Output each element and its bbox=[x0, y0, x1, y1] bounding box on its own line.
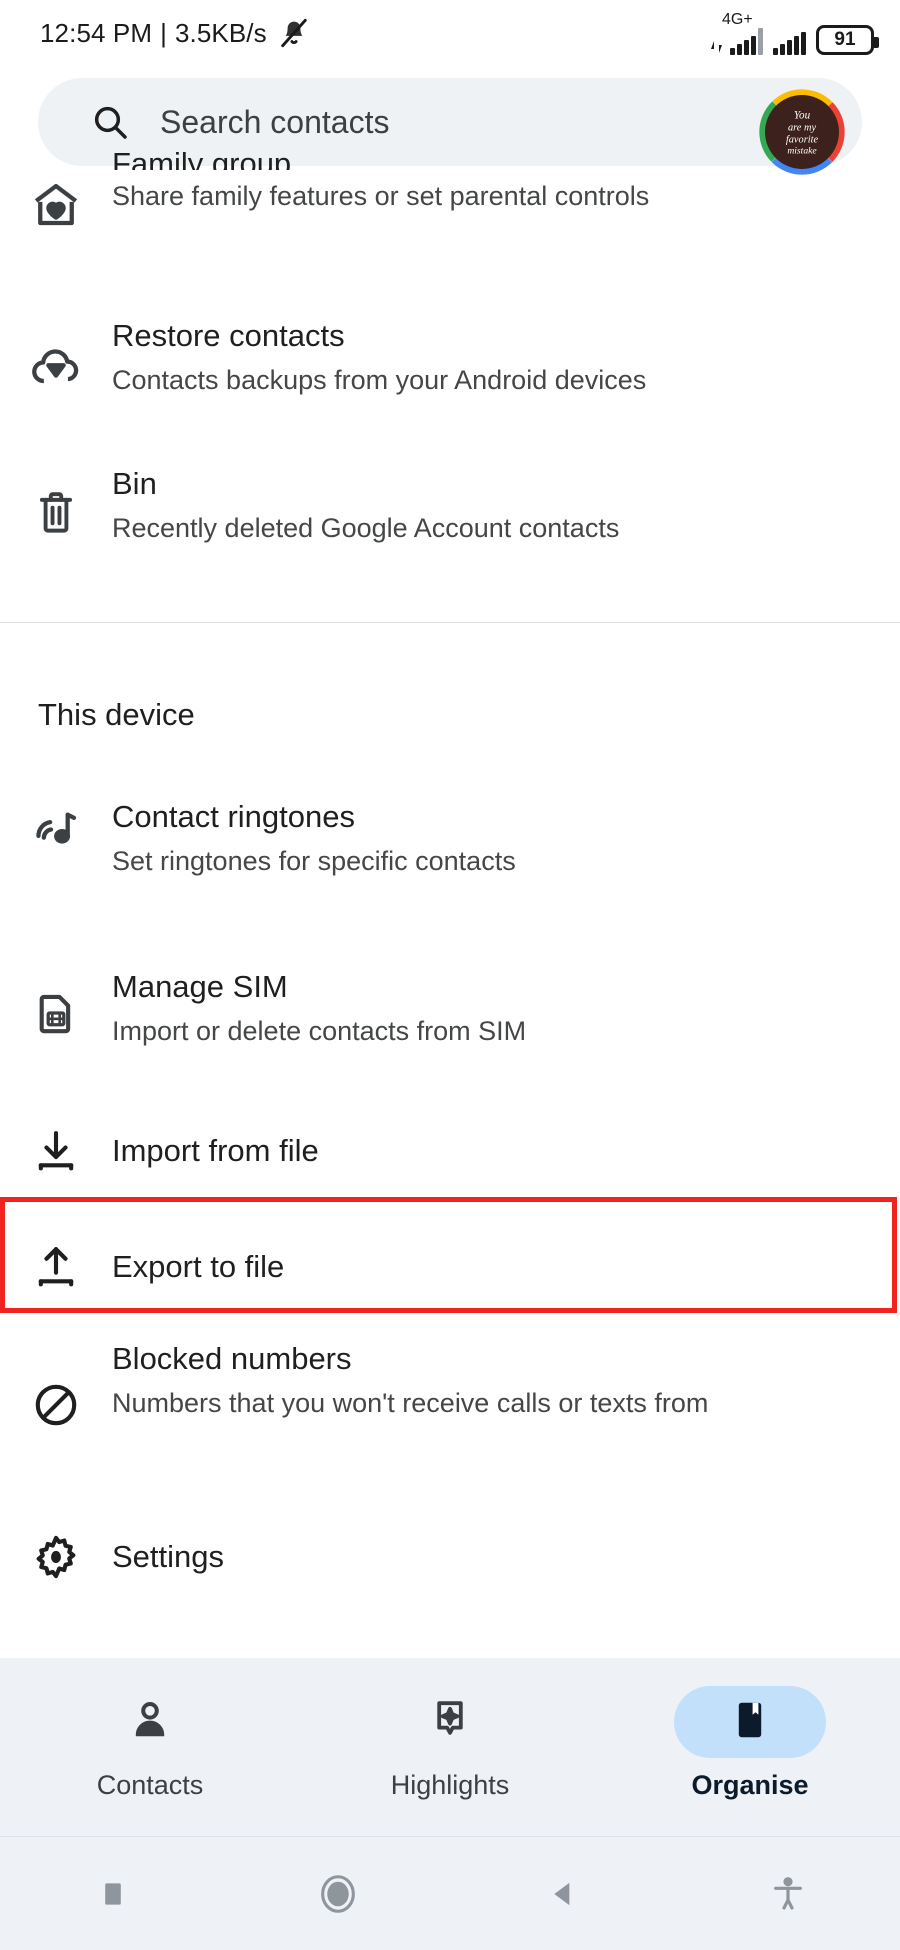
list-item-bin-title: Bin bbox=[112, 466, 157, 501]
avatar-text-line2: are my bbox=[788, 123, 816, 134]
settings-list[interactable]: Family group Share family features or se… bbox=[0, 146, 900, 1615]
section-heading-this-device: This device bbox=[38, 697, 195, 732]
bell-muted-icon bbox=[277, 16, 311, 50]
search-icon bbox=[90, 102, 130, 142]
list-item-bin[interactable]: Bin Recently deleted Google Account cont… bbox=[0, 438, 900, 586]
list-item-family-group-title: Family group bbox=[112, 146, 292, 170]
cloud-download-icon bbox=[0, 316, 112, 394]
section-divider bbox=[0, 622, 900, 623]
list-item-import-from-file[interactable]: Import from file bbox=[0, 1093, 900, 1209]
list-item-bin-subtitle: Recently deleted Google Account contacts bbox=[112, 513, 620, 543]
gear-icon bbox=[0, 1531, 112, 1583]
search-input[interactable]: Search contacts bbox=[160, 104, 389, 141]
trash-bin-icon bbox=[0, 464, 112, 538]
nav-pill-contacts bbox=[74, 1686, 226, 1758]
nav-label-organise: Organise bbox=[691, 1770, 809, 1800]
list-item-settings[interactable]: Settings bbox=[0, 1499, 900, 1615]
status-separator: | bbox=[160, 17, 167, 48]
status-network-speed: 3.5KB/s bbox=[174, 17, 267, 48]
list-item-export-to-file-body: Export to file bbox=[112, 1247, 860, 1287]
network-type-label: 4G+ bbox=[722, 10, 753, 28]
recents-square-icon[interactable] bbox=[53, 1877, 173, 1911]
nav-tab-organise[interactable]: Organise bbox=[630, 1686, 870, 1801]
phone-screen: 12:54 PM | 3.5KB/s 4G+ 91 Search contact… bbox=[0, 0, 900, 1950]
home-heart-icon bbox=[0, 166, 112, 232]
battery-percent-label: 91 bbox=[834, 28, 856, 50]
list-item-blocked-numbers-body: Blocked numbers Numbers that you won't r… bbox=[112, 1339, 860, 1423]
list-item-contact-ringtones-body: Contact ringtones Set ringtones for spec… bbox=[112, 797, 860, 881]
status-bar-right: 4G+ 91 bbox=[710, 10, 879, 55]
back-triangle-icon[interactable] bbox=[503, 1875, 623, 1913]
signal-bars-sim2 bbox=[773, 29, 806, 55]
list-item-contact-ringtones-subtitle: Set ringtones for specific contacts bbox=[112, 846, 516, 876]
list-item-family-group[interactable]: Family group Share family features or se… bbox=[0, 146, 900, 290]
signal-group-1: 4G+ bbox=[710, 10, 763, 55]
list-item-blocked-numbers-title: Blocked numbers bbox=[112, 1341, 352, 1376]
list-item-import-from-file-body: Import from file bbox=[112, 1131, 860, 1171]
battery-indicator: 91 bbox=[816, 24, 879, 55]
list-item-export-to-file-title: Export to file bbox=[112, 1249, 285, 1284]
status-bar: 12:54 PM | 3.5KB/s 4G+ 91 bbox=[0, 0, 900, 66]
list-item-family-group-subtitle: Share family features or set parental co… bbox=[112, 181, 650, 211]
list-item-family-group-body: Family group Share family features or se… bbox=[112, 146, 860, 216]
list-item-manage-sim[interactable]: Manage SIM Import or delete contacts fro… bbox=[0, 945, 900, 1093]
signal-bars-sim1 bbox=[710, 27, 763, 55]
nav-tab-contacts[interactable]: Contacts bbox=[30, 1686, 270, 1801]
list-item-blocked-numbers-subtitle: Numbers that you won't receive calls or … bbox=[112, 1388, 709, 1418]
list-item-settings-title: Settings bbox=[112, 1539, 225, 1574]
accessibility-icon[interactable] bbox=[728, 1874, 848, 1914]
blocked-circle-icon bbox=[0, 1339, 112, 1431]
system-navigation-bar[interactable] bbox=[0, 1836, 900, 1950]
import-download-icon bbox=[0, 1125, 112, 1177]
sim-card-icon bbox=[0, 967, 112, 1039]
list-item-import-from-file-title: Import from file bbox=[112, 1133, 319, 1168]
nav-label-contacts: Contacts bbox=[96, 1770, 204, 1800]
bottom-navigation-bar[interactable]: Contacts Highlights Organise bbox=[0, 1658, 900, 1836]
list-item-contact-ringtones-title: Contact ringtones bbox=[112, 799, 355, 834]
list-item-restore-contacts-body: Restore contacts Contacts backups from y… bbox=[112, 316, 860, 400]
avatar-text-line1: You bbox=[794, 110, 811, 122]
nav-pill-organise bbox=[674, 1686, 826, 1758]
list-item-contact-ringtones[interactable]: Contact ringtones Set ringtones for spec… bbox=[0, 797, 900, 945]
list-item-manage-sim-title: Manage SIM bbox=[112, 969, 288, 1004]
list-item-export-to-file[interactable]: Export to file bbox=[0, 1209, 900, 1325]
list-item-blocked-numbers[interactable]: Blocked numbers Numbers that you won't r… bbox=[0, 1325, 900, 1485]
status-time: 12:54 PM bbox=[40, 17, 153, 48]
list-item-restore-contacts[interactable]: Restore contacts Contacts backups from y… bbox=[0, 290, 900, 438]
list-item-settings-body: Settings bbox=[112, 1537, 860, 1577]
nav-pill-highlights bbox=[374, 1686, 526, 1758]
status-bar-left: 12:54 PM | 3.5KB/s bbox=[40, 16, 311, 50]
data-transfer-icon bbox=[710, 39, 726, 55]
ringtone-icon bbox=[0, 797, 112, 857]
bookmark-organise-icon bbox=[726, 1696, 774, 1749]
list-item-restore-contacts-title: Restore contacts bbox=[112, 318, 345, 353]
export-upload-icon bbox=[0, 1241, 112, 1293]
list-item-manage-sim-body: Manage SIM Import or delete contacts fro… bbox=[112, 967, 860, 1051]
highlights-sparkle-icon bbox=[426, 1696, 474, 1749]
nav-tab-highlights[interactable]: Highlights bbox=[330, 1686, 570, 1801]
home-circle-icon[interactable] bbox=[278, 1871, 398, 1917]
list-item-manage-sim-subtitle: Import or delete contacts from SIM bbox=[112, 1016, 527, 1046]
person-icon bbox=[126, 1696, 174, 1749]
nav-label-highlights: Highlights bbox=[390, 1770, 510, 1800]
list-item-restore-contacts-subtitle: Contacts backups from your Android devic… bbox=[112, 365, 647, 395]
list-item-bin-body: Bin Recently deleted Google Account cont… bbox=[112, 464, 860, 548]
